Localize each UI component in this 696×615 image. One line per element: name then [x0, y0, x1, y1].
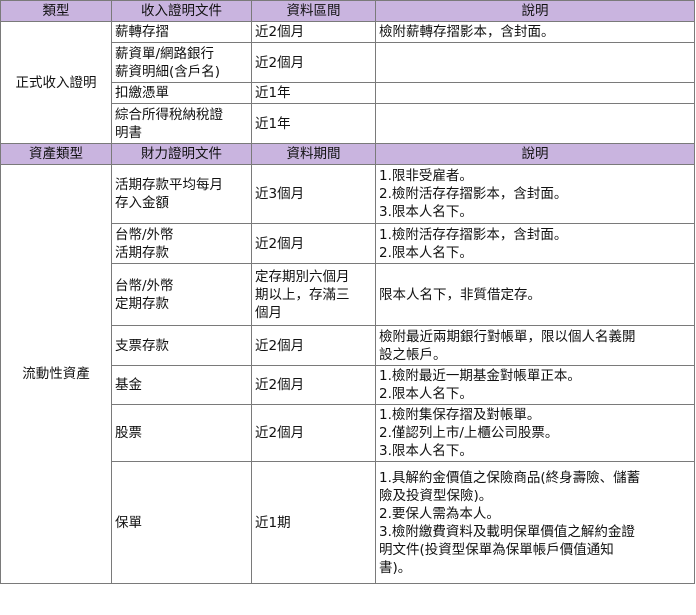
note-line: 1.檢附活存存摺影本，含封面。 [379, 226, 568, 243]
period-line: 期以上，存滿三 [255, 286, 350, 303]
note-line: 1.具解約金價值之保險商品(終身壽險、儲蓄 [379, 469, 641, 486]
header-row-income: 類型 收入證明文件 資料區間 說明 [0, 0, 695, 22]
period-cell: 近1年 [251, 103, 376, 144]
period-line: 近3個月 [255, 186, 305, 202]
column-header: 類型 [0, 0, 112, 22]
document-line: 保單 [115, 514, 142, 531]
note-cell: 限本人名下，非質借定存。 [375, 263, 695, 326]
note-line: 2.限本人名下。 [379, 386, 473, 402]
note-line: 限本人名下，非質借定存。 [379, 286, 541, 303]
document-cell: 台幣/外幣 活期存款 [111, 223, 252, 264]
document-line: 活期存款 [115, 244, 169, 261]
period-cell: 近2個月 [251, 223, 376, 264]
period-line: 近2個月 [255, 337, 305, 354]
document-line: 薪資明細(含戶名) [115, 63, 221, 80]
note-cell [375, 42, 695, 83]
document-cell: 活期存款平均每月 存入金額 [111, 164, 252, 224]
note-line: 1.檢附最近一期基金對帳單正本。 [379, 368, 581, 384]
document-line: 存入金額 [115, 195, 169, 211]
document-line: 明書 [115, 124, 142, 141]
period-cell: 近2個月 [251, 42, 376, 83]
period-cell: 近3個月 [251, 164, 376, 224]
note-cell: 檢附薪轉存摺影本，含封面。 [375, 21, 695, 43]
period-cell: 近1期 [251, 461, 376, 584]
note-cell [375, 82, 695, 104]
table-row: 正式收入證明 薪轉存摺 近2個月 檢附薪轉存摺影本，含封面。 [0, 21, 695, 144]
document-line: 股票 [115, 425, 142, 441]
document-cell: 綜合所得稅納稅證 明書 [111, 103, 252, 144]
asset-category-cell: 流動性資產 [0, 164, 112, 584]
period-cell: 近1年 [251, 82, 376, 104]
document-line: 台幣/外幣 [115, 226, 174, 243]
document-cell: 支票存款 [111, 325, 252, 366]
period-line: 近1期 [255, 514, 291, 531]
period-line: 近2個月 [255, 425, 305, 441]
column-header: 收入證明文件 [111, 0, 252, 22]
table-row: 流動性資產 活期存款平均每月 存入金額 近3個月 1.限非受雇者。 2.檢附活存存摺影… [0, 164, 695, 584]
note-line: 書)。 [379, 559, 412, 576]
document-line: 台幣/外幣 [115, 277, 174, 294]
period-cell: 近2個月 [251, 325, 376, 366]
period-cell: 近2個月 [251, 21, 376, 43]
document-cell: 薪資單/網路銀行 薪資明細(含戶名) [111, 42, 252, 83]
column-header: 資料區間 [251, 0, 376, 22]
header-row-assets: 資產類型 財力證明文件 資料期間 說明 [0, 143, 695, 165]
note-cell [375, 103, 695, 144]
note-line: 1.限非受雇者。 [379, 168, 473, 184]
document-line: 薪轉存摺 [115, 24, 169, 40]
document-line: 活期存款平均每月 [115, 177, 223, 193]
note-cell: 1.檢附活存存摺影本，含封面。 2.限本人名下。 [375, 223, 695, 264]
period-cell: 近2個月 [251, 365, 376, 405]
column-header: 資料期間 [251, 143, 376, 165]
note-cell: 1.具解約金價值之保險商品(終身壽險、儲蓄 險及投資型保險)。 2.要保人需為本人。… [375, 461, 695, 584]
note-line: 檢附薪轉存摺影本，含封面。 [379, 24, 555, 40]
document-cell: 薪轉存摺 [111, 21, 252, 43]
column-header: 財力證明文件 [111, 143, 252, 165]
column-header: 說明 [375, 0, 695, 22]
period-line: 定存期別六個月 [255, 268, 350, 285]
period-cell: 定存期別六個月 期以上，存滿三 個月 [251, 263, 376, 326]
note-line: 明文件(投資型保單為保單帳戶價值通知 [379, 541, 614, 558]
loan-document-table: 類型 收入證明文件 資料區間 說明 正式收入證明 薪轉存摺 近2個月 檢附薪轉存摺影本，含封面… [0, 0, 695, 584]
note-line: 3.限本人名下。 [379, 204, 473, 220]
note-cell: 檢附最近兩期銀行對帳單，限以個人名義開 設之帳戶。 [375, 325, 695, 366]
document-line: 定期存款 [115, 295, 169, 312]
note-line: 2.檢附活存存摺影本，含封面。 [379, 186, 568, 202]
note-line: 2.要保人需為本人。 [379, 505, 500, 522]
document-line: 薪資單/網路銀行 [115, 45, 215, 62]
note-cell: 1.檢附最近一期基金對帳單正本。 2.限本人名下。 [375, 365, 695, 405]
document-cell: 扣繳憑單 [111, 82, 252, 104]
note-line: 設之帳戶。 [379, 346, 447, 363]
note-line: 1.檢附集保存摺及對帳單。 [379, 407, 541, 423]
income-category-cell: 正式收入證明 [0, 21, 112, 144]
note-line: 3.限本人名下。 [379, 443, 473, 459]
note-line: 險及投資型保險)。 [379, 487, 493, 504]
note-line: 檢附最近兩期銀行對帳單，限以個人名義開 [379, 328, 636, 345]
document-cell: 股票 [111, 404, 252, 462]
period-line: 近2個月 [255, 235, 305, 252]
column-header: 資產類型 [0, 143, 112, 165]
note-line: 2.限本人名下。 [379, 244, 473, 261]
period-line: 近2個月 [255, 377, 305, 393]
note-line: 3.檢附繳費資料及載明保單價值之解約金證 [379, 523, 635, 540]
document-cell: 保單 [111, 461, 252, 584]
document-line: 支票存款 [115, 337, 169, 354]
note-cell: 1.檢附集保存摺及對帳單。 2.僅認列上市/上櫃公司股票。 3.限本人名下。 [375, 404, 695, 462]
period-line: 個月 [255, 304, 282, 321]
document-line: 扣繳憑單 [115, 85, 169, 101]
period-cell: 近2個月 [251, 404, 376, 462]
note-line: 2.僅認列上市/上櫃公司股票。 [379, 425, 559, 441]
note-cell: 1.限非受雇者。 2.檢附活存存摺影本，含封面。 3.限本人名下。 [375, 164, 695, 224]
column-header: 說明 [375, 143, 695, 165]
document-line: 綜合所得稅納稅證 [115, 106, 223, 123]
document-line: 基金 [115, 377, 142, 393]
document-cell: 台幣/外幣 定期存款 [111, 263, 252, 326]
document-cell: 基金 [111, 365, 252, 405]
